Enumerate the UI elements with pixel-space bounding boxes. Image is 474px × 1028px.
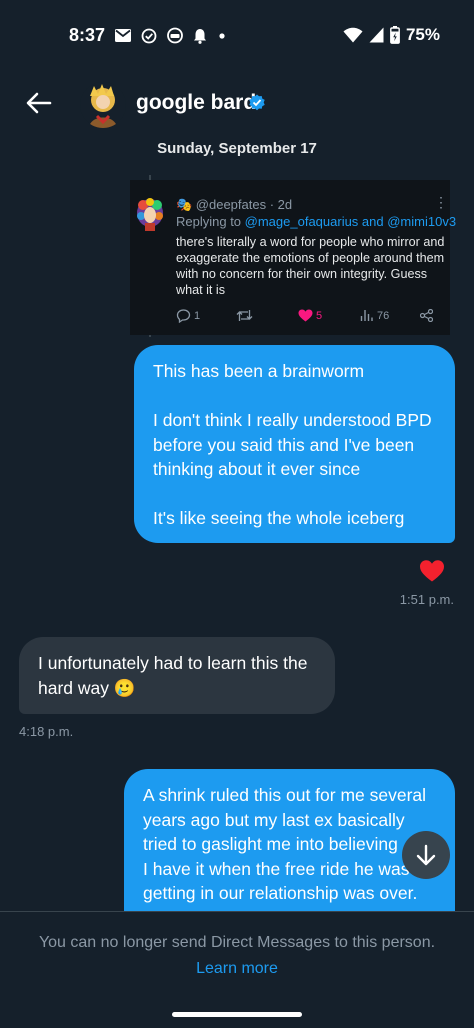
- heart-reaction-icon[interactable]: [419, 559, 445, 583]
- battery-charging-icon: [390, 26, 400, 44]
- views-icon: [360, 310, 373, 321]
- message-line: This has been a brainworm: [153, 361, 365, 381]
- learn-more-link[interactable]: Learn more: [0, 960, 474, 978]
- signal-icon: [369, 27, 384, 43]
- message-line: hard way 🥲: [38, 677, 136, 698]
- like-count: 5: [316, 309, 323, 322]
- system-icons: 75%: [343, 25, 440, 45]
- more-options-icon[interactable]: ⋮: [434, 194, 448, 211]
- replying-prefix: Replying to: [176, 214, 245, 229]
- message-line: before you said this and I've been: [153, 434, 415, 455]
- retweet-icon: [236, 310, 253, 321]
- tweet-author-avatar: [137, 198, 163, 231]
- share-icon: [420, 309, 433, 322]
- message-line: getting in our relationship was over.: [143, 883, 418, 903]
- conversation-name: google bard: [136, 91, 257, 114]
- notification-icons: [115, 27, 227, 44]
- verified-badge-icon: [249, 94, 265, 111]
- dm-disabled-footer: You can no longer send Direct Messages t…: [0, 911, 474, 1028]
- message-line: I don't think I really understood BPD: [153, 410, 432, 430]
- battery-percent: 75%: [405, 25, 440, 44]
- tweet-author: 🎭 @deepfates · 2d: [176, 197, 293, 212]
- message-line: thinking about it ever since: [153, 459, 361, 479]
- tweet-text: there's literally a word for people who …: [176, 235, 445, 297]
- bell-icon: [194, 28, 206, 44]
- sent-message-bubble[interactable]: This has been a brainworm I don't think …: [134, 345, 455, 543]
- home-indicator[interactable]: [172, 1012, 302, 1017]
- share-action[interactable]: [420, 309, 433, 322]
- tweet-actions: 1 5 76: [176, 309, 436, 327]
- date-separator: Sunday, September 17: [157, 140, 317, 157]
- message-timestamp: 4:18 p.m.: [19, 724, 74, 739]
- reply-count: 1: [194, 310, 201, 322]
- status-time: 8:37: [69, 25, 106, 45]
- avatar[interactable]: [80, 82, 126, 128]
- replying-mentions[interactable]: @mage_ofaquarius and @mimi10v3: [245, 214, 456, 229]
- check-circle-icon: [141, 28, 157, 43]
- back-button[interactable]: [22, 88, 56, 118]
- message-line: tried to gaslight me into believing: [143, 834, 398, 854]
- message-line: years ago but my last ex basically: [143, 809, 405, 830]
- avatar-image: [80, 82, 126, 128]
- views-action[interactable]: 76: [360, 309, 389, 322]
- mail-icon: [115, 29, 131, 42]
- message-line: I unfortunately had to learn this the: [38, 653, 308, 673]
- heart-icon: [298, 309, 313, 322]
- message-line: I have it when the free ride he was: [143, 858, 410, 879]
- dm-disabled-notice: You can no longer send Direct Messages t…: [38, 934, 436, 951]
- headset-icon: [167, 27, 183, 44]
- tweet-replying-to: Replying to @mage_ofaquarius and @mimi10…: [176, 214, 456, 229]
- dot-icon: [219, 32, 225, 39]
- wifi-icon: [343, 27, 363, 43]
- message-line: It's like seeing the whole iceberg: [153, 508, 405, 528]
- conversation-header: google bard: [0, 78, 474, 130]
- received-message-bubble[interactable]: I unfortunately had to learn this the ha…: [19, 637, 335, 714]
- scroll-to-bottom-button[interactable]: [402, 831, 450, 879]
- message-timestamp: 1:51 p.m.: [399, 592, 454, 607]
- arrow-left-icon: [26, 92, 52, 114]
- retweet-action[interactable]: [236, 309, 253, 322]
- views-count: 76: [377, 309, 390, 322]
- message-line: A shrink ruled this out for me several: [143, 785, 427, 805]
- reply-icon: [176, 309, 191, 323]
- like-action[interactable]: 5: [298, 309, 322, 322]
- status-bar: 8:37 75%: [0, 0, 474, 72]
- reply-action[interactable]: 1: [176, 309, 200, 323]
- arrow-down-icon: [416, 844, 436, 866]
